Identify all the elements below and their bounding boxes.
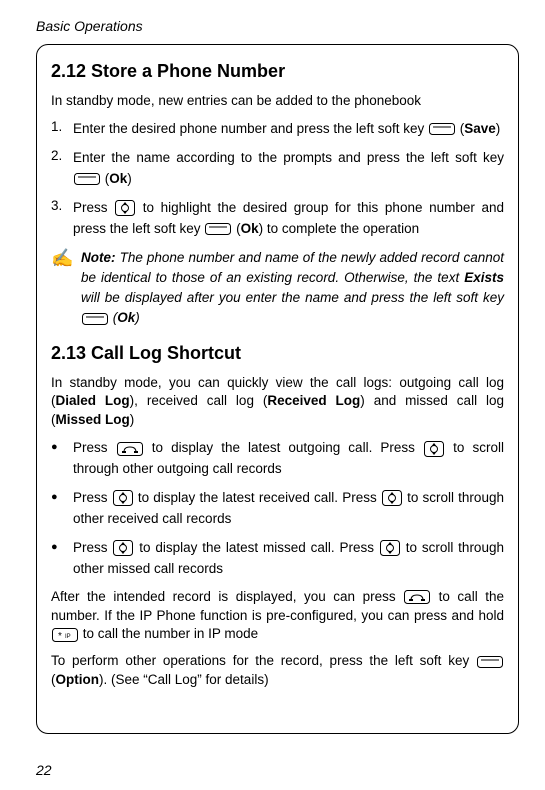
text: Press: [73, 540, 112, 555]
text: to display the latest received call. Pre…: [138, 490, 381, 505]
note-label: Note:: [81, 250, 116, 265]
text: ): [135, 310, 140, 325]
bullet-body: Press to display the latest outgoing cal…: [73, 438, 504, 480]
step-body: Enter the desired phone number and press…: [73, 119, 504, 140]
step-3: 3. Press to highlight the desired group …: [51, 198, 504, 240]
step-1: 1. Enter the desired phone number and pr…: [51, 119, 504, 140]
send-key-icon: [117, 442, 143, 456]
bullet-icon: ●: [51, 438, 73, 480]
text: Enter the name according to the prompts …: [73, 150, 504, 165]
note-body: Note: The phone number and name of the n…: [81, 248, 504, 329]
text: to display the latest outgoing call. Pre…: [152, 440, 423, 455]
save-label: Save: [464, 121, 496, 136]
text: The phone number and name of the newly a…: [81, 250, 504, 285]
text: ), received call log (: [130, 393, 268, 408]
text: ). (See “Call Log” for details): [99, 672, 269, 687]
text: Press: [73, 440, 116, 455]
step-body: Enter the name according to the prompts …: [73, 148, 504, 190]
page: Basic Operations 2.12 Store a Phone Numb…: [0, 0, 545, 790]
exists-label: Exists: [464, 270, 504, 285]
text: ): [127, 171, 132, 186]
text: ): [130, 412, 135, 427]
step-2: 2. Enter the name according to the promp…: [51, 148, 504, 190]
softkey-icon: [205, 223, 231, 235]
softkey-icon: [82, 313, 108, 325]
bullet-body: Press to display the latest missed call.…: [73, 538, 504, 580]
bullet-received: ● Press to display the latest received c…: [51, 488, 504, 530]
send-key-icon: [404, 590, 430, 604]
dialed-log-label: Dialed Log: [56, 393, 130, 408]
final-para: To perform other operations for the reco…: [51, 652, 504, 690]
nav-key-icon: [113, 540, 133, 556]
softkey-icon: [477, 656, 503, 668]
text: After the intended record is displayed, …: [51, 589, 403, 604]
bullet-icon: ●: [51, 538, 73, 580]
section-title-call-log: 2.13 Call Log Shortcut: [51, 343, 504, 364]
nav-key-icon: [115, 200, 135, 216]
ok-label: Ok: [241, 221, 259, 236]
intro-call-log: In standby mode, you can quickly view th…: [51, 374, 504, 431]
text: will be displayed after you enter the na…: [81, 290, 504, 305]
bullet-icon: ●: [51, 488, 73, 530]
after-para: After the intended record is displayed, …: [51, 588, 504, 645]
nav-key-icon: [382, 490, 402, 506]
softkey-icon: [429, 123, 455, 135]
step-number: 3.: [51, 198, 73, 240]
step-number: 2.: [51, 148, 73, 190]
note-hand-icon: ✍: [51, 248, 81, 329]
step-number: 1.: [51, 119, 73, 140]
ok-label: Ok: [117, 310, 135, 325]
nav-key-icon: [113, 490, 133, 506]
option-label: Option: [56, 672, 100, 687]
text: Press: [73, 200, 114, 215]
section-title-store-number: 2.12 Store a Phone Number: [51, 61, 504, 82]
text: to display the latest missed call. Press: [139, 540, 379, 555]
svg-text:IP: IP: [65, 634, 71, 640]
page-header: Basic Operations: [36, 18, 519, 34]
nav-key-icon: [424, 441, 444, 457]
text: To perform other operations for the reco…: [51, 653, 476, 668]
content-frame: 2.12 Store a Phone Number In standby mod…: [36, 44, 519, 734]
received-log-label: Received Log: [267, 393, 360, 408]
page-number: 22: [36, 762, 52, 778]
text: to call the number in IP mode: [83, 626, 258, 641]
bullet-missed: ● Press to display the latest missed cal…: [51, 538, 504, 580]
softkey-icon: [74, 173, 100, 185]
text: ): [496, 121, 501, 136]
text: Press: [73, 490, 112, 505]
bullet-body: Press to display the latest received cal…: [73, 488, 504, 530]
svg-text:*: *: [58, 631, 62, 642]
bullet-outgoing: ● Press to display the latest outgoing c…: [51, 438, 504, 480]
ok-label: Ok: [109, 171, 127, 186]
note-block: ✍ Note: The phone number and name of the…: [51, 248, 504, 329]
intro-para: In standby mode, new entries can be adde…: [51, 92, 504, 111]
star-ip-key-icon: *IP: [52, 628, 78, 642]
nav-key-icon: [380, 540, 400, 556]
step-body: Press to highlight the desired group for…: [73, 198, 504, 240]
text: Enter the desired phone number and press…: [73, 121, 428, 136]
text: ) to complete the operation: [259, 221, 420, 236]
missed-log-label: Missed Log: [56, 412, 130, 427]
